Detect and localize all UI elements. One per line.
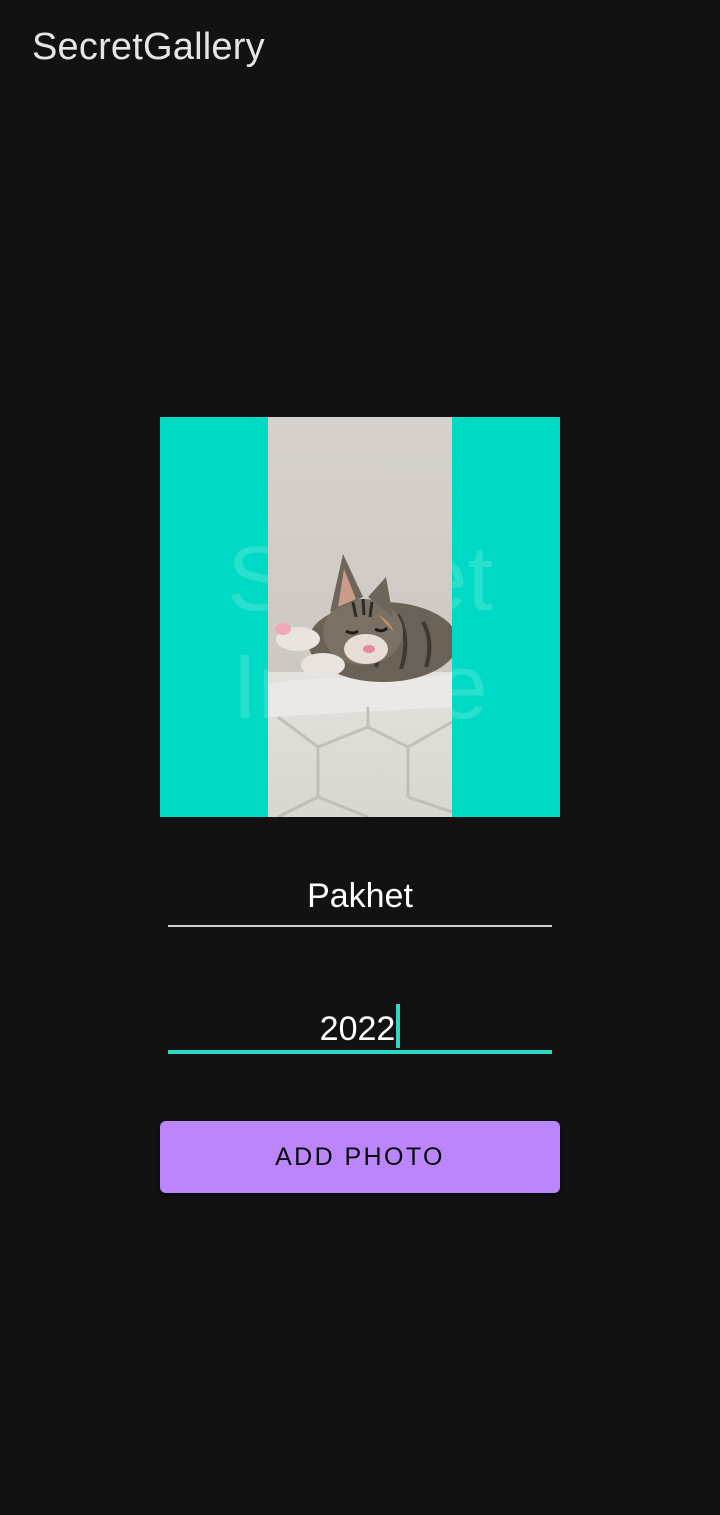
screen: SecretGallery Secret Image — [0, 0, 720, 1515]
name-field-value: Pakhet — [307, 877, 413, 915]
text-cursor — [396, 1004, 401, 1048]
year-field-underline — [168, 1050, 552, 1054]
year-field[interactable]: 2022 — [168, 1000, 552, 1054]
cat-photo — [268, 417, 452, 817]
name-field[interactable]: Pakhet — [168, 873, 552, 927]
selected-image[interactable]: Secret Image — [160, 417, 560, 817]
app-title: SecretGallery — [32, 26, 265, 68]
year-field-value: 2022 — [319, 1010, 396, 1048]
add-photo-button[interactable]: ADD PHOTO — [160, 1121, 560, 1193]
name-field-underline — [168, 925, 552, 927]
